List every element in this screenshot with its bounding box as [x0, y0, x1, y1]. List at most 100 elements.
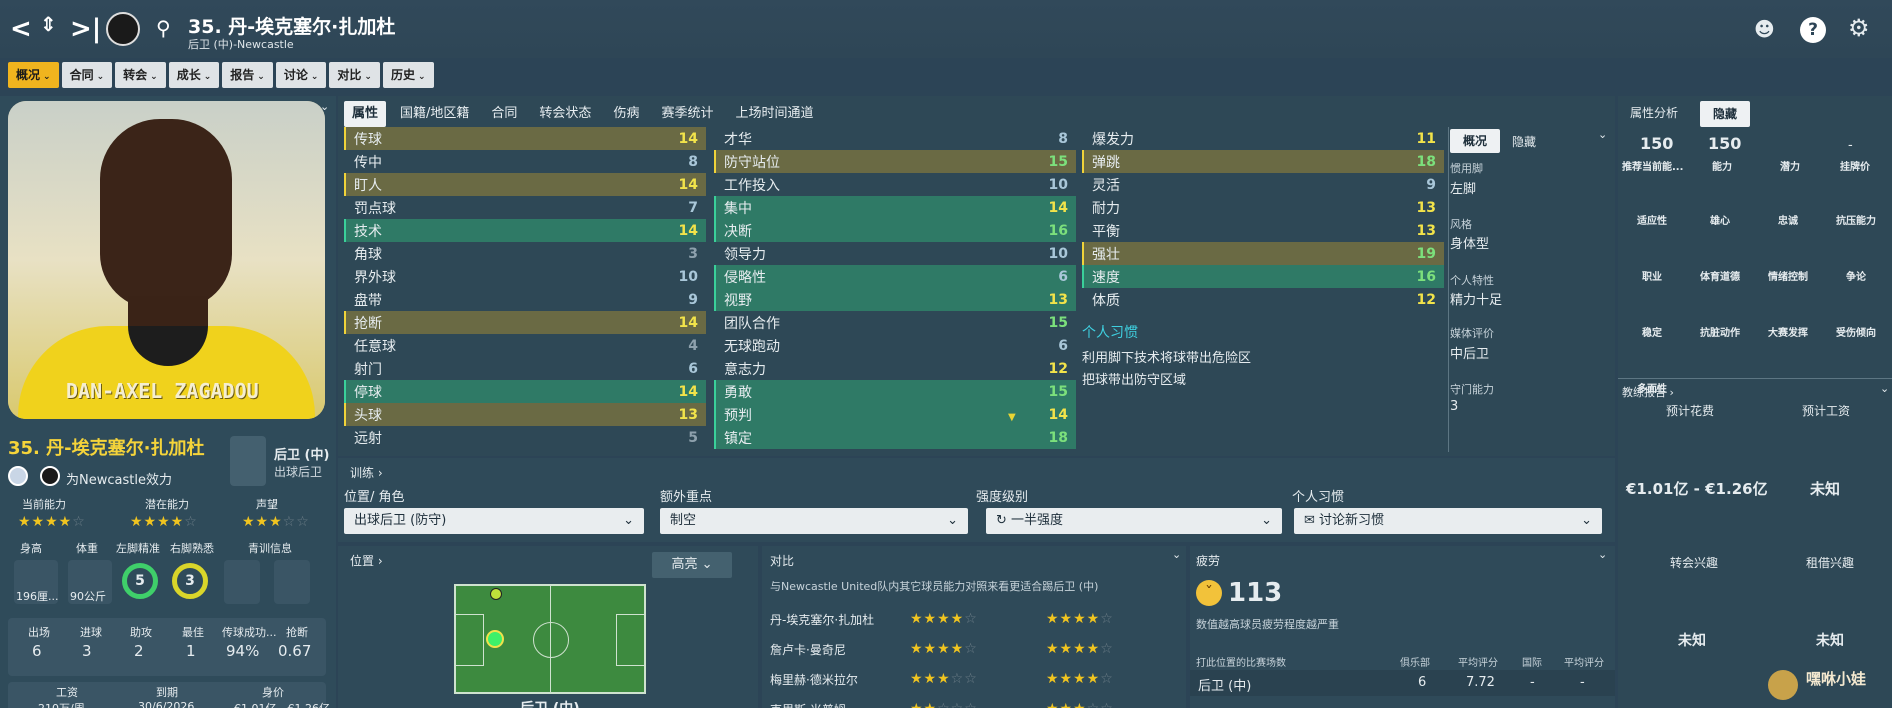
- compare-row[interactable]: 詹卢卡·曼奇尼 ★★★★☆ ★★★★☆: [770, 634, 1180, 664]
- attribute-row[interactable]: 领导力 10: [714, 242, 1076, 265]
- attribute-row[interactable]: 才华 8: [714, 127, 1076, 150]
- position-title[interactable]: 位置 ›: [350, 552, 383, 569]
- tab-hidden-mini[interactable]: 隐藏: [1512, 133, 1536, 150]
- personality-label: 抗脏动作: [1700, 328, 1740, 339]
- fee-label: 预计花费: [1666, 404, 1715, 418]
- habits-title: 个人习惯: [1082, 325, 1138, 341]
- chevron-down-icon[interactable]: ⌄: [1880, 382, 1889, 395]
- attribute-row[interactable]: 预判 14: [714, 403, 1076, 426]
- intl-header: 国际: [1522, 658, 1542, 669]
- habit-item: 把球带出防守区域: [1082, 373, 1187, 388]
- attribute-row[interactable]: 角球 3: [344, 242, 706, 265]
- attribute-row[interactable]: 射门 6: [344, 357, 706, 380]
- formation-mini-icon: [230, 436, 266, 486]
- stat-label: 助攻: [130, 626, 152, 639]
- tab-compare[interactable]: 对比 ⌄: [329, 62, 380, 88]
- chevron-down-icon[interactable]: ⌄: [1598, 128, 1607, 141]
- attribute-row[interactable]: 盯人 14: [344, 173, 706, 196]
- attribute-row[interactable]: 弹跳 18: [1082, 150, 1444, 173]
- tab-transfer[interactable]: 转会 ⌄: [115, 62, 166, 88]
- intensity-dropdown[interactable]: ↻ 一半强度 ⌄: [986, 508, 1282, 534]
- attribute-row[interactable]: 灵活 9: [1082, 173, 1444, 196]
- attribute-name: 侵略性: [724, 269, 766, 286]
- attribute-row[interactable]: 侵略性 6: [714, 265, 1076, 288]
- attribute-row[interactable]: 速度 16: [1082, 265, 1444, 288]
- chevron-down-icon[interactable]: ⌄: [1172, 548, 1181, 561]
- subtab-transfer-status[interactable]: 转会状态: [531, 101, 599, 127]
- chevron-down-icon[interactable]: ⌄: [1598, 548, 1607, 561]
- subtab-contract[interactable]: 合同: [483, 101, 525, 127]
- skip-icon[interactable]: >|: [70, 14, 101, 44]
- compare-row[interactable]: 梅里赫·德米拉尔 ★★★☆☆ ★★★★☆: [770, 664, 1180, 694]
- attribute-row[interactable]: 远射 5: [344, 426, 706, 449]
- attribute-row[interactable]: 罚点球 7: [344, 196, 706, 219]
- attribute-row[interactable]: 传球 14: [344, 127, 706, 150]
- attribute-name: 界外球: [354, 269, 396, 286]
- tab-development[interactable]: 成长 ⌄: [168, 62, 220, 88]
- tab-hidden[interactable]: 隐藏: [1700, 101, 1750, 127]
- compare-row[interactable]: 克里斯·米普姆★★☆☆☆★★★☆☆: [770, 694, 1180, 708]
- attribute-name: 平衡: [1092, 223, 1120, 240]
- back-icon[interactable]: <: [10, 14, 32, 44]
- attribute-value: 6: [688, 360, 698, 377]
- tab-reports[interactable]: 报告 ⌄: [222, 62, 273, 88]
- attribute-row[interactable]: 工作投入 10: [714, 173, 1076, 196]
- compare-row[interactable]: 丹-埃克塞尔·扎加杜 ★★★★☆ ★★★★☆: [770, 604, 1180, 634]
- attribute-row[interactable]: 勇敢 15: [714, 380, 1076, 403]
- role-dropdown[interactable]: 出球后卫 (防守) ⌄: [344, 508, 644, 534]
- club-line[interactable]: 为Newcastle效力: [66, 469, 172, 488]
- attribute-row[interactable]: 镇定 18: [714, 426, 1076, 449]
- scout-report-title[interactable]: 教练报告 ›: [1622, 384, 1674, 400]
- subtab-playing-time[interactable]: 上场时间通道: [727, 101, 821, 127]
- habit-item: 利用脚下技术将球带出危险区: [1082, 351, 1252, 366]
- attribute-row[interactable]: 爆发力 11: [1082, 127, 1444, 150]
- foot-value: 左脚: [1450, 182, 1477, 197]
- attribute-row[interactable]: 任意球 4: [344, 334, 706, 357]
- attribute-row[interactable]: 盘带 9: [344, 288, 706, 311]
- attribute-row[interactable]: 界外球 10: [344, 265, 706, 288]
- tab-contract[interactable]: 合同 ⌄: [61, 62, 113, 88]
- attribute-row[interactable]: 体质 12: [1082, 288, 1444, 311]
- attribute-row[interactable]: 强壮 19: [1082, 242, 1444, 265]
- attribute-row[interactable]: 防守站位 15: [714, 150, 1076, 173]
- subtab-attributes[interactable]: 属性: [344, 101, 387, 127]
- subtab-nationality[interactable]: 国籍/地区籍: [392, 101, 477, 127]
- tab-overview[interactable]: 概况 ⌄: [8, 62, 59, 88]
- attribute-value: 19: [1416, 245, 1436, 262]
- attribute-row[interactable]: 停球 14: [344, 380, 706, 403]
- search-icon[interactable]: ⚲: [156, 16, 171, 40]
- tab-history[interactable]: 历史 ⌄: [382, 62, 434, 88]
- height-value: 196厘...: [16, 590, 59, 603]
- attribute-row[interactable]: 耐力 13: [1082, 196, 1444, 219]
- attribute-row[interactable]: 技术 14: [344, 219, 706, 242]
- attribute-row[interactable]: 无球跑动 6: [714, 334, 1076, 357]
- tab-attribute-analysis[interactable]: 属性分析: [1630, 104, 1678, 121]
- attribute-row[interactable]: 团队合作 15: [714, 311, 1076, 334]
- attribute-row[interactable]: 决断 16: [714, 219, 1076, 242]
- brain-icon[interactable]: ☻: [1754, 17, 1775, 41]
- tab-overview-mini[interactable]: 概况: [1450, 129, 1500, 153]
- subtab-injuries[interactable]: 伤病: [605, 101, 647, 127]
- attribute-name: 领导力: [724, 246, 766, 263]
- attribute-name: 传球: [354, 131, 382, 148]
- attribute-row[interactable]: 抢断 14: [344, 311, 706, 334]
- media-value: 中后卫: [1450, 347, 1490, 362]
- training-title[interactable]: 训练 ›: [350, 464, 383, 481]
- attribute-row[interactable]: 集中 14: [714, 196, 1076, 219]
- gear-icon[interactable]: ⚙: [1848, 14, 1870, 42]
- tab-discuss[interactable]: 讨论 ⌄: [275, 62, 327, 88]
- height-label: 身高: [20, 542, 42, 555]
- attribute-row[interactable]: 视野 13: [714, 288, 1076, 311]
- attribute-row[interactable]: 平衡 13: [1082, 219, 1444, 242]
- attribute-row[interactable]: 传中 8: [344, 150, 706, 173]
- attribute-row[interactable]: 头球 13: [344, 403, 706, 426]
- club-icon: [40, 466, 60, 486]
- habit-dropdown[interactable]: ✉ 讨论新习惯 ⌄: [1294, 508, 1602, 534]
- subtab-season-stats[interactable]: 赛季统计: [653, 101, 721, 127]
- help-icon[interactable]: ?: [1800, 17, 1826, 43]
- focus-dropdown[interactable]: 制空 ⌄: [660, 508, 968, 534]
- attribute-row[interactable]: 意志力 12: [714, 357, 1076, 380]
- attribute-name: 决断: [724, 223, 752, 240]
- highlight-button[interactable]: 高亮 ⌄: [652, 552, 732, 578]
- updown-icon[interactable]: ⇕: [40, 12, 57, 36]
